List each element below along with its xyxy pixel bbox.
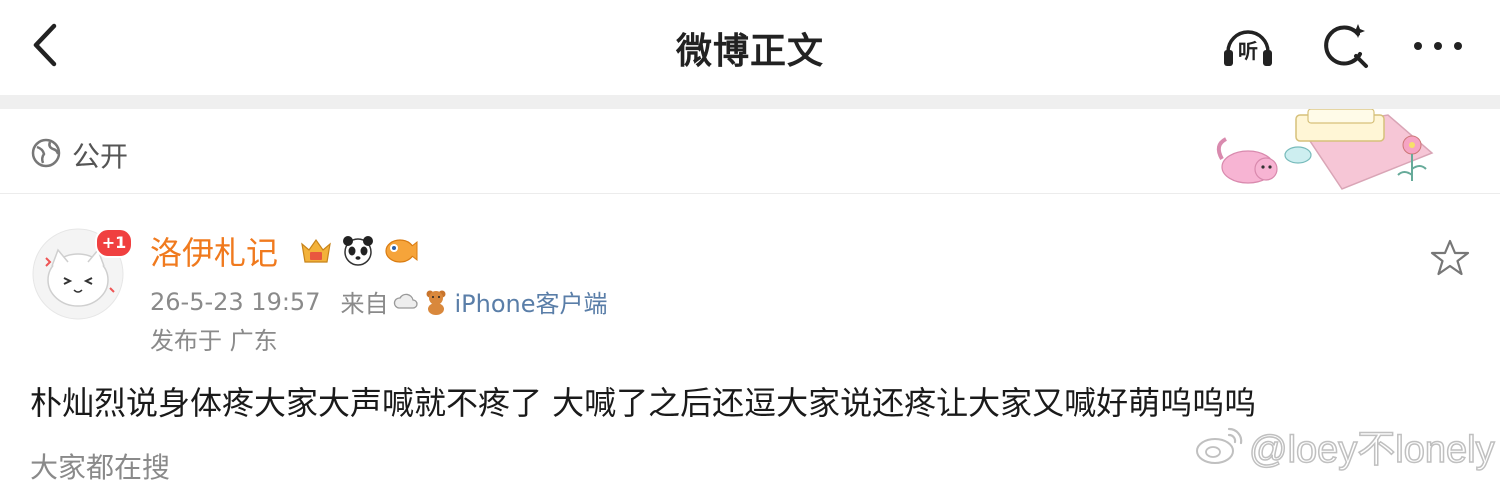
source-prefix: 来自: [340, 290, 389, 318]
post-meta: 26-5-23 19:57 来自 iPhone客户端: [150, 284, 607, 319]
search-icon[interactable]: [1318, 18, 1374, 74]
visibility-label: 公开: [72, 140, 129, 173]
visibility-row: 公开: [0, 109, 1500, 194]
username[interactable]: 洛伊札记: [150, 228, 278, 274]
crown-badge-icon[interactable]: [298, 232, 334, 268]
more-options-icon[interactable]: [1410, 18, 1466, 74]
favorite-star-icon[interactable]: [1430, 238, 1470, 278]
post-time: 26-5-23 19:57: [150, 287, 321, 316]
source-client-link[interactable]: iPhone客户端: [454, 284, 607, 319]
top-bar: 微博正文 听: [0, 0, 1500, 95]
watermark-text: @loey不lonely: [1248, 428, 1495, 472]
weibo-watermark: @loey不lonely: [1195, 420, 1495, 472]
cloud-icon: [394, 293, 419, 309]
cat-bed-sticker-decoration: [1216, 109, 1434, 190]
post-text: 朴灿烈说身体疼大家大声喊就不疼了 大喊了之后还逗大家说还疼让大家又喊好萌呜呜呜: [30, 384, 1257, 422]
panda-badge-icon[interactable]: [340, 232, 376, 268]
section-divider: [0, 95, 1500, 109]
notification-badge: +1: [95, 228, 133, 258]
post-location: 发布于 广东: [150, 327, 278, 355]
trending-searches-label[interactable]: 大家都在搜: [30, 446, 170, 486]
user-medals: [298, 232, 418, 268]
weibo-logo-icon: [1196, 427, 1243, 464]
teddy-bear-icon: [426, 290, 446, 315]
globe-icon: [31, 138, 61, 168]
listen-label: 听: [1238, 39, 1258, 63]
pufferfish-badge-icon[interactable]: [382, 232, 418, 268]
listen-headphones-icon[interactable]: 听: [1220, 18, 1276, 74]
